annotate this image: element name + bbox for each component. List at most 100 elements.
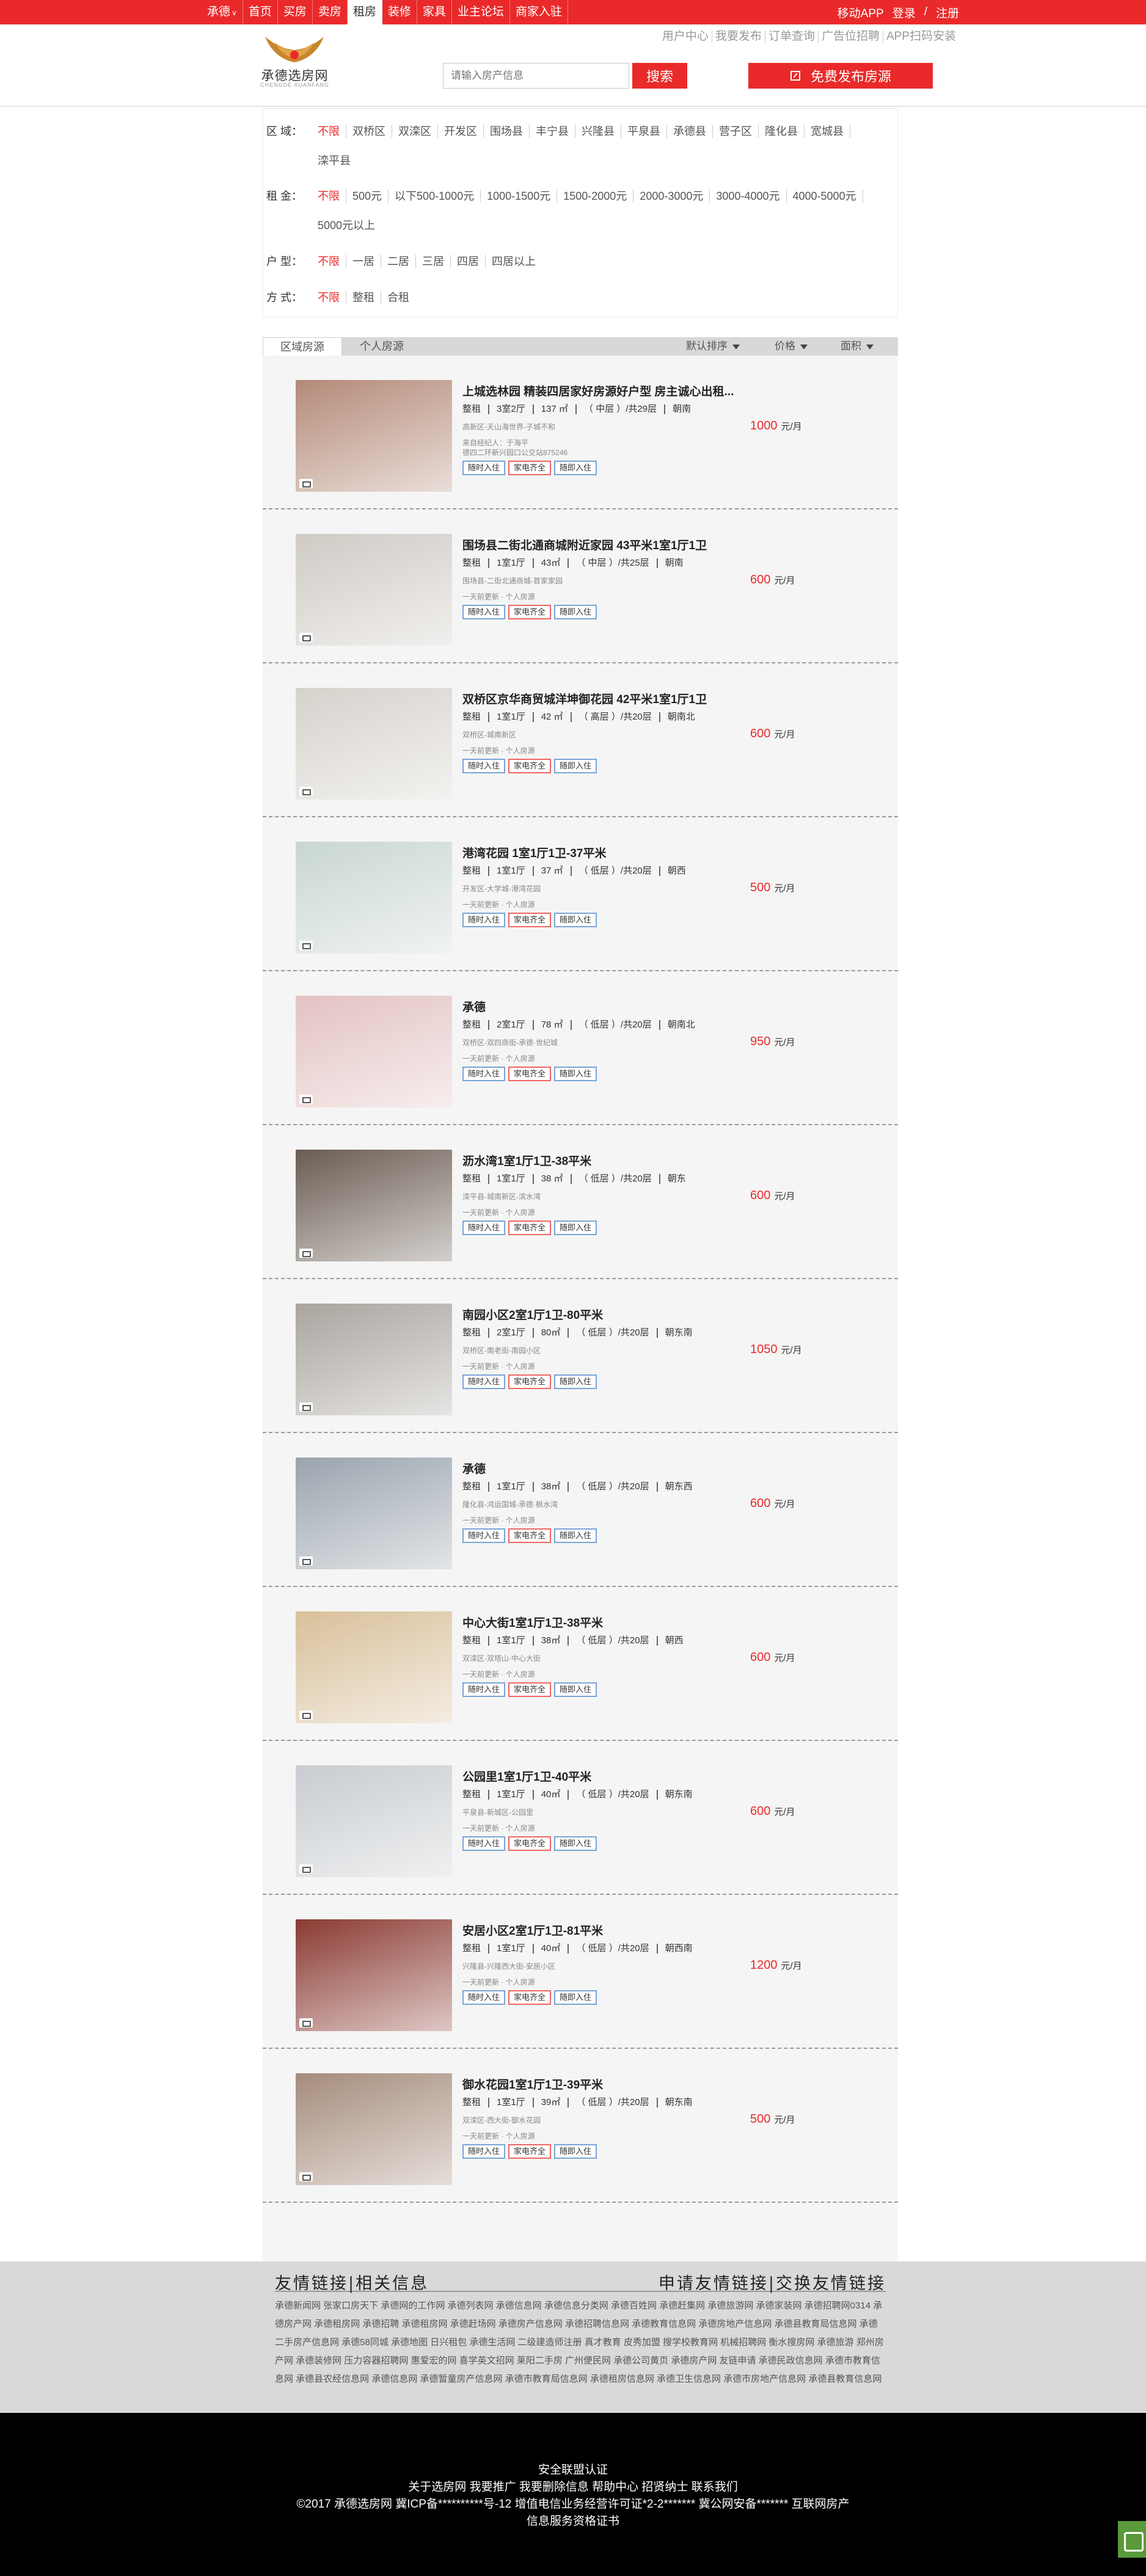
listing-title[interactable]: 上城选林园 精装四居家好房源好户型 房主诚心出租... bbox=[462, 382, 734, 399]
filter-option[interactable]: 丰宁县 bbox=[530, 125, 575, 138]
listing-title[interactable]: 南园小区2室1厅1卫-80平米 bbox=[462, 1306, 603, 1323]
listing-title[interactable]: 安居小区2室1厅1卫-81平米 bbox=[462, 1922, 603, 1938]
listing-card[interactable]: 港湾花园 1室1厅1卫-37平米 整租 1室1厅 37 ㎡（ 低层 ）/共20层 朝西… bbox=[263, 817, 898, 971]
listing-card[interactable]: 公园里1室1厅1卫-40平米 整租 1室1厅 40㎡（ 低层 ）/共20层 朝东南 平… bbox=[263, 1741, 898, 1895]
filter-option[interactable]: 二居 bbox=[381, 255, 416, 268]
listing-card[interactable]: 上城选林园 精装四居家好房源好户型 房主诚心出租... 整租 3室2厅 137 ㎡（… bbox=[263, 356, 898, 509]
listing-photo[interactable] bbox=[296, 1458, 452, 1569]
filter-option[interactable]: 四居以上 bbox=[486, 255, 542, 268]
tab-agency[interactable]: 区域房源 bbox=[263, 337, 342, 356]
listing-title[interactable]: 御水花园1室1厅1卫-39平米 bbox=[462, 2076, 603, 2092]
listing-card[interactable]: 沥水湾1室1厅1卫-38平米 整租 1室1厅 38 ㎡（ 低层 ）/共20层 朝东 滦… bbox=[263, 1125, 898, 1279]
filter-option[interactable]: 宽城县 bbox=[805, 125, 850, 138]
listing-title[interactable]: 沥水湾1室1厅1卫-38平米 bbox=[462, 1152, 591, 1169]
listing-photo[interactable] bbox=[296, 534, 452, 646]
filter-option[interactable]: 三居 bbox=[416, 255, 451, 268]
back-to-top-icon[interactable] bbox=[1118, 2521, 1146, 2558]
listing-spec: 朝西 bbox=[659, 866, 693, 876]
nav-item[interactable]: 业主论坛 bbox=[452, 0, 510, 24]
site-logo[interactable]: 承德选房网 CHENGDE XUANFANG bbox=[257, 32, 333, 93]
nav-item[interactable]: 家具 bbox=[417, 0, 452, 24]
login-link[interactable]: 登录 bbox=[892, 4, 916, 21]
listing-card[interactable]: 承德 整租 1室1厅 38㎡（ 低层 ）/共20层 朝东西 隆化县-鸿运国城-承德·枫… bbox=[263, 1433, 898, 1587]
filter-option[interactable]: 滦平县 bbox=[312, 154, 357, 167]
listing-card[interactable]: 中心大街1室1厅1卫-38平米 整租 1室1厅 38㎡（ 低层 ）/共20层 朝西 双… bbox=[263, 1587, 898, 1741]
filter-option[interactable]: 四居 bbox=[451, 255, 486, 268]
tab-personal[interactable]: 个人房源 bbox=[342, 337, 422, 356]
security-cert[interactable]: 安全联盟认证 bbox=[0, 2461, 1146, 2477]
listing-title[interactable]: 双桥区京华商贸城洋坤御花园 42平米1室1厅1卫 bbox=[462, 690, 707, 707]
filter-option[interactable]: 3000-4000元 bbox=[710, 189, 787, 203]
filter-option[interactable]: 500元 bbox=[346, 189, 389, 203]
header-link[interactable]: 用户中心 bbox=[659, 31, 712, 43]
listing-photo[interactable] bbox=[296, 996, 452, 1107]
listing-photo[interactable] bbox=[296, 842, 452, 954]
filter-option[interactable]: 不限 bbox=[312, 255, 346, 268]
filter-option[interactable]: 不限 bbox=[312, 291, 346, 304]
listing-title[interactable]: 中心大街1室1厅1卫-38平米 bbox=[462, 1614, 603, 1630]
filter-option[interactable]: 以下500-1000元 bbox=[389, 189, 481, 203]
filter-option[interactable]: 不限 bbox=[312, 189, 346, 203]
filter-option[interactable]: 整租 bbox=[346, 291, 381, 304]
city-selector[interactable]: 承德 ∨ bbox=[202, 0, 243, 24]
filter-option[interactable]: 4000-5000元 bbox=[787, 189, 863, 203]
listing-card[interactable]: 双桥区京华商贸城洋坤御花园 42平米1室1厅1卫 整租 1室1厅 42 ㎡（ 高层 … bbox=[263, 663, 898, 817]
filter-option[interactable]: 兴隆县 bbox=[575, 125, 621, 138]
sort-area[interactable]: 面积 bbox=[841, 337, 874, 356]
listing-title[interactable]: 港湾花园 1室1厅1卫-37平米 bbox=[462, 844, 606, 861]
nav-item[interactable]: 租房 bbox=[347, 0, 382, 24]
listing-card[interactable]: 御水花园1室1厅1卫-39平米 整租 1室1厅 39㎡（ 低层 ）/共20层 朝东南 … bbox=[263, 2049, 898, 2203]
filter-option[interactable]: 不限 bbox=[312, 125, 346, 138]
listing-card[interactable]: 承德 整租 2室1厅 78 ㎡（ 低层 ）/共20层 朝南北 双桥区-双四商街-承德·… bbox=[263, 971, 898, 1125]
listing-spec: （ 低层 ）/共20层 bbox=[568, 1636, 656, 1646]
listing-photo[interactable] bbox=[296, 1150, 452, 1261]
header-link[interactable]: 订单查询 bbox=[764, 31, 818, 43]
footer-links[interactable]: 关于选房网 我要推广 我要删除信息 帮助中心 招贤纳士 联系我们 bbox=[0, 2478, 1146, 2494]
listing-photo[interactable] bbox=[296, 1919, 452, 2031]
friend-links-list[interactable]: 承德新闻网 张家口房天下 承德网的工作网 承德列表网 承德信息网 承德信息分类网… bbox=[275, 2297, 886, 2388]
filter-option[interactable]: 双桥区 bbox=[346, 125, 392, 138]
publish-listing-button[interactable]: 免费发布房源 bbox=[748, 63, 933, 89]
listing-card[interactable]: 安居小区2室1厅1卫-81平米 整租 1室1厅 40㎡（ 低层 ）/共20层 朝西南 … bbox=[263, 1895, 898, 2049]
apply-links-title[interactable]: 申请友情链接|交换友情链接 bbox=[659, 2270, 886, 2294]
register-link[interactable]: 注册 bbox=[936, 4, 959, 21]
listing-photo[interactable] bbox=[296, 1611, 452, 1723]
mobile-app-link[interactable]: 移动APP bbox=[838, 4, 884, 21]
listing-card[interactable]: 南园小区2室1厅1卫-80平米 整租 2室1厅 80㎡（ 低层 ）/共20层 朝东南 … bbox=[263, 1279, 898, 1433]
filter-option[interactable]: 平泉县 bbox=[621, 125, 667, 138]
filter-option[interactable]: 营子区 bbox=[713, 125, 759, 138]
filter-option[interactable]: 合租 bbox=[381, 291, 415, 304]
filter-option[interactable]: 双滦区 bbox=[392, 125, 438, 138]
filter-option[interactable]: 1000-1500元 bbox=[481, 189, 558, 203]
nav-item[interactable]: 卖房 bbox=[313, 0, 348, 24]
sort-default[interactable]: 默认排序 bbox=[686, 337, 740, 356]
sort-price[interactable]: 价格 bbox=[775, 337, 808, 356]
listing-photo[interactable] bbox=[296, 688, 452, 800]
filter-option[interactable]: 承德县 bbox=[667, 125, 713, 138]
nav-item[interactable]: 首页 bbox=[243, 0, 278, 24]
listing-title[interactable]: 公园里1室1厅1卫-40平米 bbox=[462, 1768, 591, 1784]
nav-item[interactable]: 买房 bbox=[278, 0, 313, 24]
filter-option[interactable]: 隆化县 bbox=[759, 125, 805, 138]
filter-option[interactable]: 2000-3000元 bbox=[633, 189, 710, 203]
nav-item[interactable]: 装修 bbox=[382, 0, 417, 24]
listing-photo[interactable] bbox=[296, 380, 452, 492]
filter-option[interactable]: 一居 bbox=[346, 255, 381, 268]
listing-title[interactable]: 承德 bbox=[462, 1460, 486, 1476]
header-link[interactable]: APP扫码安装 bbox=[882, 31, 959, 43]
header-link[interactable]: 我要发布 bbox=[711, 31, 765, 43]
listing-photo[interactable] bbox=[296, 2073, 452, 2185]
filter-option[interactable]: 1500-2000元 bbox=[557, 189, 634, 203]
listing-card[interactable]: 围场县二街北通商城附近家园 43平米1室1厅1卫 整租 1室1厅 43㎡（ 中层 ）… bbox=[263, 509, 898, 663]
filter-option[interactable]: 围场县 bbox=[484, 125, 530, 138]
header-link[interactable]: 广告位招聘 bbox=[817, 31, 883, 43]
filter-option[interactable]: 5000元以上 bbox=[312, 219, 381, 232]
nav-item[interactable]: 商家入驻 bbox=[510, 0, 568, 24]
search-button[interactable]: 搜索 bbox=[632, 63, 687, 89]
listing-title[interactable]: 围场县二街北通商城附近家园 43平米1室1厅1卫 bbox=[462, 536, 707, 553]
search-input[interactable] bbox=[443, 63, 629, 89]
listing-title[interactable]: 承德 bbox=[462, 998, 486, 1015]
listing-photo[interactable] bbox=[296, 1765, 452, 1877]
listing-photo[interactable] bbox=[296, 1304, 452, 1415]
filter-option[interactable]: 开发区 bbox=[438, 125, 484, 138]
